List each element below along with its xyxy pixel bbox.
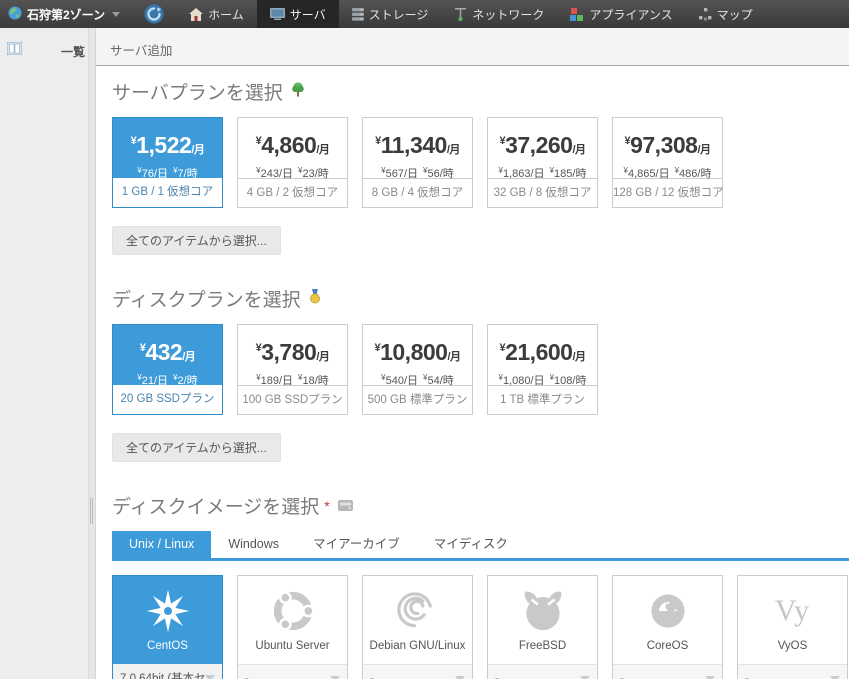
nav-server-label: サーバ — [290, 6, 326, 23]
server-plan-card-2[interactable]: ¥4,860/月 ¥243/日¥23/時 4 GB / 2 仮想コア — [237, 117, 348, 208]
os-card-centos[interactable]: CentOS 7.0 64bit (基本セ — [112, 575, 223, 679]
nav-map[interactable]: マップ — [686, 0, 766, 28]
disk-icon — [338, 495, 353, 517]
disk-image-tabs: Unix / Linux Windows マイアーカイブ マイディスク — [112, 531, 849, 561]
tree-icon — [291, 81, 305, 103]
plan-spec-label: 1 TB 標準プラン — [488, 385, 597, 414]
plan-spec-label: 500 GB 標準プラン — [363, 385, 472, 414]
disk-image-row: CentOS 7.0 64bit (基本セ Ubuntu Server - — [112, 575, 849, 679]
chevron-down-icon — [330, 676, 340, 679]
os-version-select-debian[interactable]: - — [363, 664, 472, 679]
os-version-select-vyos[interactable]: - — [738, 664, 847, 679]
os-card-freebsd[interactable]: FreeBSD - — [487, 575, 598, 679]
os-card-vyos[interactable]: Vy VyOS - — [737, 575, 848, 679]
sidebar: 一覧 — [0, 28, 88, 679]
zone-label: 石狩第2ゾーン — [27, 6, 105, 23]
os-version-select-centos[interactable]: 7.0 64bit (基本セ — [113, 664, 222, 679]
server-plan-card-1[interactable]: ¥1,522/月 ¥76/日¥7/時 1 GB / 1 仮想コア — [112, 117, 223, 208]
plan-spec-label: 1 GB / 1 仮想コア — [113, 178, 222, 207]
appliance-icon — [570, 8, 584, 21]
chevron-down-icon — [205, 675, 215, 679]
medal-icon — [309, 288, 321, 310]
map-icon — [699, 8, 712, 21]
main-panel: サーバ追加 サーバプランを選択 ¥1,522/月 ¥76/日¥7/時 1 GB … — [96, 28, 849, 679]
nav-server[interactable]: サーバ — [257, 0, 339, 28]
os-card-coreos[interactable]: CoreOS - — [612, 575, 723, 679]
nav-appliance-label: アプライアンス — [589, 6, 672, 23]
disk-plan-card-3[interactable]: ¥10,800/月 ¥540/日¥54/時 500 GB 標準プラン — [362, 324, 473, 415]
nav-home-label: ホーム — [208, 6, 244, 23]
centos-logo-icon — [113, 576, 222, 640]
tab-my-disk[interactable]: マイディスク — [417, 531, 525, 558]
os-version-select-coreos[interactable]: - — [613, 664, 722, 679]
page-title: サーバ追加 — [110, 40, 172, 59]
refresh-button[interactable] — [130, 0, 176, 28]
zone-selector[interactable]: 石狩第2ゾーン — [0, 0, 130, 28]
top-navigation-bar: 石狩第2ゾーン ホーム サーバ ストレージ ネットワーク — [0, 0, 849, 28]
plan-spec-label: 8 GB / 4 仮想コア — [363, 178, 472, 207]
server-icon — [270, 8, 285, 21]
tab-unix-linux[interactable]: Unix / Linux — [112, 531, 211, 558]
required-asterisk: * — [324, 498, 329, 514]
nav-storage[interactable]: ストレージ — [339, 0, 442, 28]
sidebar-splitter[interactable] — [88, 28, 96, 679]
plan-spec-label: 20 GB SSDプラン — [113, 385, 222, 414]
home-icon — [189, 8, 203, 21]
sidebar-list-label[interactable]: 一覧 — [61, 43, 85, 60]
list-book-icon[interactable] — [7, 42, 22, 60]
os-card-debian[interactable]: Debian GNU/Linux - — [362, 575, 473, 679]
nav-network-label: ネットワーク — [472, 6, 544, 23]
disk-image-title: ディスクイメージを選択* — [112, 492, 849, 519]
tab-my-archive[interactable]: マイアーカイブ — [296, 531, 417, 558]
disk-plan-card-4[interactable]: ¥21,600/月 ¥1,080/日¥108/時 1 TB 標準プラン — [487, 324, 598, 415]
nav-network[interactable]: ネットワーク — [441, 0, 557, 28]
freebsd-logo-icon — [488, 576, 597, 640]
nav-map-label: マップ — [717, 6, 753, 23]
server-plan-card-5[interactable]: ¥97,308/月 ¥4,865/日¥486/時 128 GB / 12 仮想コ… — [612, 117, 723, 208]
plan-spec-label: 4 GB / 2 仮想コア — [238, 178, 347, 207]
network-icon — [454, 8, 467, 21]
vyos-logo-icon: Vy — [738, 576, 847, 640]
refresh-icon — [144, 4, 164, 24]
tab-windows[interactable]: Windows — [211, 531, 296, 558]
globe-icon — [8, 6, 22, 23]
chevron-down-icon — [580, 676, 590, 679]
storage-icon — [352, 8, 364, 21]
splitter-grip-icon — [90, 498, 94, 524]
nav-appliance[interactable]: アプライアンス — [557, 0, 685, 28]
nav-home[interactable]: ホーム — [176, 0, 257, 28]
chevron-down-icon — [112, 12, 120, 17]
server-plan-title: サーバプランを選択 — [112, 78, 849, 105]
ubuntu-logo-icon — [238, 576, 347, 640]
coreos-logo-icon — [613, 576, 722, 640]
breadcrumb: サーバ追加 — [96, 28, 849, 66]
nav-storage-label: ストレージ — [369, 6, 429, 23]
chevron-down-icon — [455, 676, 465, 679]
server-plan-select-all-button[interactable]: 全てのアイテムから選択... — [112, 226, 281, 255]
os-version-select-ubuntu[interactable]: - — [238, 664, 347, 679]
disk-plan-select-all-button[interactable]: 全てのアイテムから選択... — [112, 433, 281, 462]
debian-logo-icon — [363, 576, 472, 640]
server-plan-card-3[interactable]: ¥11,340/月 ¥567/日¥56/時 8 GB / 4 仮想コア — [362, 117, 473, 208]
os-version-select-freebsd[interactable]: - — [488, 664, 597, 679]
chevron-down-icon — [705, 676, 715, 679]
plan-spec-label: 100 GB SSDプラン — [238, 385, 347, 414]
server-plan-card-4[interactable]: ¥37,260/月 ¥1,863/日¥185/時 32 GB / 8 仮想コア — [487, 117, 598, 208]
disk-plan-card-2[interactable]: ¥3,780/月 ¥189/日¥18/時 100 GB SSDプラン — [237, 324, 348, 415]
disk-plan-card-1[interactable]: ¥432/月 ¥21/日¥2/時 20 GB SSDプラン — [112, 324, 223, 415]
server-plan-row: ¥1,522/月 ¥76/日¥7/時 1 GB / 1 仮想コア ¥4,860/… — [112, 117, 849, 208]
disk-plan-row: ¥432/月 ¥21/日¥2/時 20 GB SSDプラン ¥3,780/月 ¥… — [112, 324, 849, 415]
os-card-ubuntu[interactable]: Ubuntu Server - — [237, 575, 348, 679]
plan-spec-label: 32 GB / 8 仮想コア — [488, 178, 597, 207]
plan-spec-label: 128 GB / 12 仮想コア — [613, 178, 722, 207]
disk-plan-title: ディスクプランを選択 — [112, 285, 849, 312]
chevron-down-icon — [830, 676, 840, 679]
